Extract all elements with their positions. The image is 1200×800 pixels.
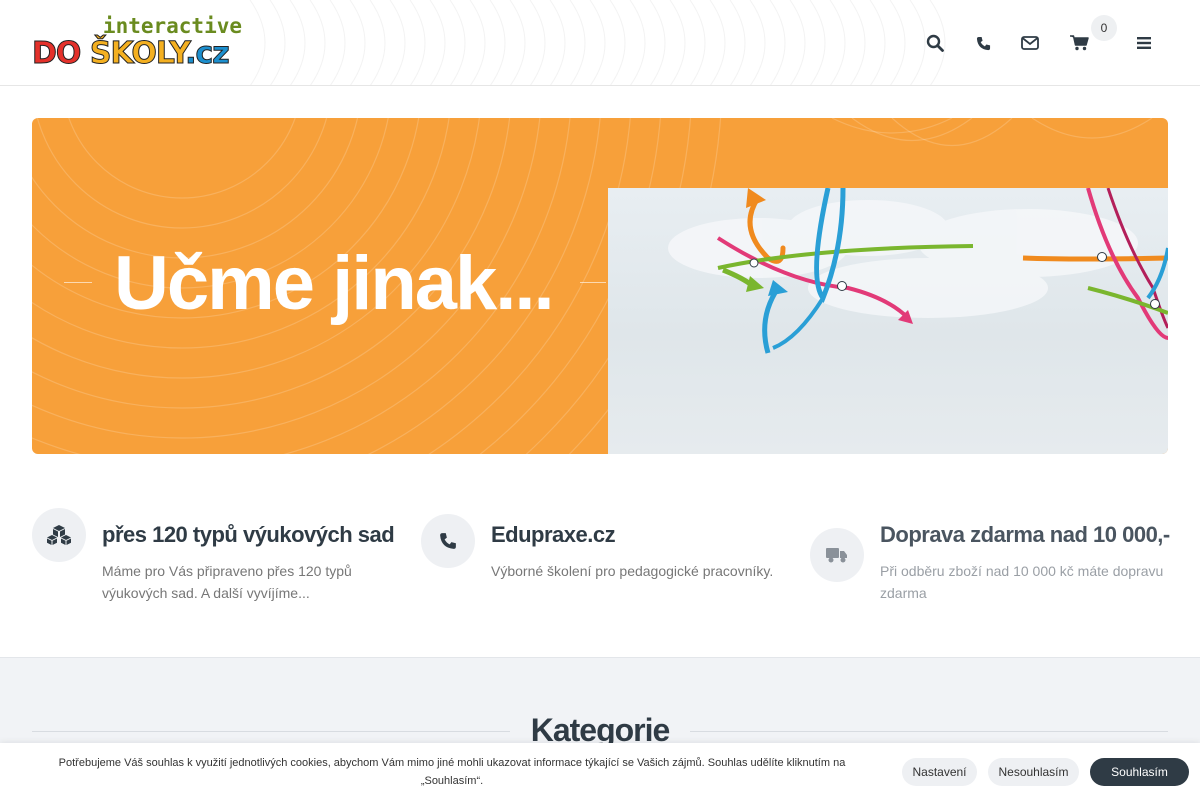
logo-part-skoly: ŠKOLY	[89, 36, 186, 72]
feature-title: přes 120 typů výukových sad	[102, 522, 395, 547]
cookie-consent-text: Potřebujeme Váš souhlas k využití jednot…	[58, 757, 846, 787]
feature-learning-sets: přes 120 typů výukových sad Máme pro Vás…	[32, 508, 402, 618]
site-logo[interactable]: interactive DO ŠKOLY.cz	[32, 14, 244, 72]
feature-free-shipping: Doprava zdarma nad 10 000,- Při odběru z…	[810, 508, 1170, 618]
feature-title: Doprava zdarma nad 10 000,-	[880, 522, 1170, 547]
cubes-icon	[32, 508, 86, 562]
feature-title[interactable]: Edupraxe.cz	[491, 522, 616, 548]
feature-edupraxe: Edupraxe.cz Výborné školení pro pedagogi…	[421, 508, 791, 618]
categories-rule-right	[690, 731, 1168, 732]
logo-part-do: DO	[32, 36, 90, 72]
hero-illustration	[608, 188, 1168, 454]
cookie-consent-bar: Potřebujeme Váš souhlas k využití jednot…	[0, 743, 1200, 800]
cookie-decline-button[interactable]: Nesouhlasím	[988, 758, 1079, 786]
logo-tagline: interactive	[102, 14, 242, 38]
site-header: interactive DO ŠKOLY.cz 0	[0, 0, 1200, 86]
logo-part-cz: .cz	[185, 36, 231, 72]
hero-rule-right	[580, 282, 606, 283]
hero-title: Učme jinak...	[114, 241, 555, 326]
feature-description: Výborné školení pro pedagogické pracovní…	[491, 563, 774, 579]
header-background-pattern	[249, 0, 946, 85]
feature-description: Při odběru zboží nad 10 000 kč máte dopr…	[880, 563, 1164, 601]
logo-wordmark: DO ŠKOLY.cz	[32, 36, 231, 72]
cart-icon[interactable]	[1066, 30, 1092, 56]
hero-rule-left	[64, 282, 92, 283]
truck-icon	[810, 528, 864, 582]
cart-count-badge[interactable]: 0	[1091, 15, 1117, 41]
hero-banner: Učme jinak...	[32, 118, 1168, 454]
cookie-accept-button[interactable]: Souhlasím	[1090, 758, 1189, 786]
search-icon[interactable]	[922, 30, 948, 56]
envelope-icon[interactable]	[1017, 30, 1043, 56]
phone-icon	[421, 514, 475, 568]
feature-description: Máme pro Vás připraveno přes 120 typů vý…	[102, 563, 352, 601]
phone-icon[interactable]	[970, 30, 996, 56]
cookie-settings-button[interactable]: Nastavení	[902, 758, 977, 786]
menu-icon[interactable]	[1131, 30, 1157, 56]
